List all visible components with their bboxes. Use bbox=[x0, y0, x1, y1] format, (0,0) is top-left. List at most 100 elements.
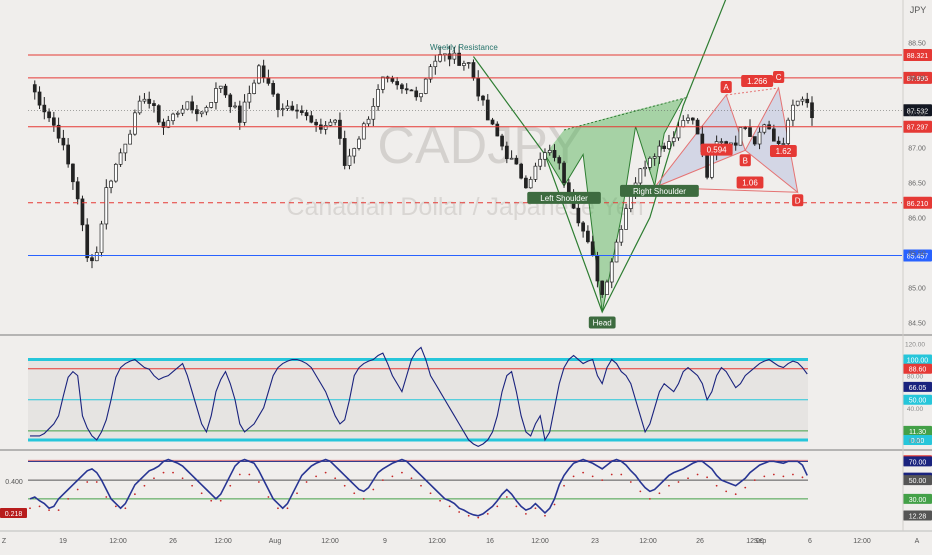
candle-body[interactable] bbox=[171, 113, 175, 122]
candle-body[interactable] bbox=[800, 98, 805, 102]
candle-body[interactable] bbox=[400, 84, 404, 90]
candle-body[interactable] bbox=[781, 143, 786, 145]
candle-body[interactable] bbox=[118, 152, 123, 165]
candle-body[interactable] bbox=[433, 60, 438, 68]
candle-body[interactable] bbox=[204, 107, 209, 113]
candle-body[interactable] bbox=[671, 137, 676, 142]
candle-body[interactable] bbox=[676, 126, 681, 139]
candle-body[interactable] bbox=[37, 91, 42, 106]
candle-body[interactable] bbox=[90, 257, 94, 262]
candle-body[interactable] bbox=[252, 82, 256, 94]
candle-body[interactable] bbox=[490, 119, 495, 125]
candle-body[interactable] bbox=[705, 151, 709, 178]
candle-body[interactable] bbox=[547, 150, 552, 154]
candle-body[interactable] bbox=[595, 255, 600, 282]
candle-body[interactable] bbox=[257, 65, 261, 84]
candle-body[interactable] bbox=[323, 125, 328, 130]
candle-body[interactable] bbox=[361, 123, 366, 140]
candle-body[interactable] bbox=[199, 111, 204, 115]
candle-body[interactable] bbox=[719, 141, 724, 143]
candle-body[interactable] bbox=[524, 177, 528, 189]
candle-body[interactable] bbox=[180, 108, 185, 114]
candle-body[interactable] bbox=[638, 168, 643, 184]
candle-body[interactable] bbox=[299, 110, 304, 113]
candle-body[interactable] bbox=[748, 127, 752, 137]
candle-body[interactable] bbox=[137, 100, 142, 114]
candle-body[interactable] bbox=[590, 241, 595, 257]
candle-body[interactable] bbox=[543, 152, 547, 160]
candle-body[interactable] bbox=[500, 135, 504, 147]
candle-body[interactable] bbox=[519, 163, 523, 179]
candle-body[interactable] bbox=[462, 62, 466, 66]
candle-body[interactable] bbox=[42, 104, 47, 113]
candle-body[interactable] bbox=[66, 144, 70, 165]
candle-body[interactable] bbox=[667, 141, 671, 149]
candle-body[interactable] bbox=[743, 127, 748, 129]
candle-body[interactable] bbox=[528, 179, 533, 189]
candle-body[interactable] bbox=[290, 105, 295, 111]
candle-body[interactable] bbox=[75, 181, 80, 200]
candle-body[interactable] bbox=[242, 101, 247, 123]
candle-body[interactable] bbox=[175, 112, 180, 115]
candle-body[interactable] bbox=[471, 62, 476, 79]
candle-body[interactable] bbox=[223, 85, 228, 96]
candle-body[interactable] bbox=[128, 133, 132, 145]
candle-body[interactable] bbox=[614, 241, 619, 263]
candle-body[interactable] bbox=[390, 78, 395, 82]
chart-canvas[interactable]: CADJPY Canadian Dollar / Japanese Yen JP… bbox=[0, 0, 932, 550]
candle-body[interactable] bbox=[47, 111, 51, 119]
candle-body[interactable] bbox=[772, 128, 776, 142]
candle-body[interactable] bbox=[142, 98, 147, 102]
candle-body[interactable] bbox=[710, 154, 714, 178]
candle-body[interactable] bbox=[476, 77, 481, 97]
candle-body[interactable] bbox=[133, 112, 137, 135]
candle-body[interactable] bbox=[404, 88, 409, 91]
candle-body[interactable] bbox=[338, 119, 342, 139]
candle-body[interactable] bbox=[805, 98, 810, 104]
candle-body[interactable] bbox=[414, 90, 419, 98]
candle-body[interactable] bbox=[218, 85, 223, 89]
candle-body[interactable] bbox=[147, 98, 152, 104]
candle-body[interactable] bbox=[304, 112, 309, 117]
candle-body[interactable] bbox=[533, 165, 538, 180]
candle-body[interactable] bbox=[786, 119, 791, 144]
candle-body[interactable] bbox=[452, 52, 457, 60]
candle-body[interactable] bbox=[395, 81, 400, 86]
candle-body[interactable] bbox=[85, 224, 90, 259]
candle-body[interactable] bbox=[266, 77, 271, 84]
candle-body[interactable] bbox=[586, 230, 590, 243]
candle-body[interactable] bbox=[237, 105, 242, 123]
candle-body[interactable] bbox=[347, 155, 352, 166]
candle-body[interactable] bbox=[557, 157, 562, 164]
candle-body[interactable] bbox=[109, 180, 113, 188]
candle-body[interactable] bbox=[738, 127, 743, 146]
candle-body[interactable] bbox=[619, 229, 624, 243]
candle-body[interactable] bbox=[690, 117, 695, 121]
candle-body[interactable] bbox=[605, 281, 609, 295]
candle-body[interactable] bbox=[285, 105, 290, 109]
candle-body[interactable] bbox=[271, 83, 276, 95]
candle-body[interactable] bbox=[652, 156, 657, 159]
candle-body[interactable] bbox=[233, 105, 237, 108]
candle-body[interactable] bbox=[104, 187, 109, 225]
candle-body[interactable] bbox=[123, 143, 128, 154]
candle-body[interactable] bbox=[381, 76, 385, 90]
candle-body[interactable] bbox=[314, 121, 318, 126]
candle-body[interactable] bbox=[609, 261, 614, 283]
candle-body[interactable] bbox=[342, 138, 347, 166]
candle-body[interactable] bbox=[152, 103, 156, 106]
candle-body[interactable] bbox=[51, 117, 56, 126]
candle-body[interactable] bbox=[643, 166, 647, 170]
candle-body[interactable] bbox=[810, 102, 814, 119]
candle-body[interactable] bbox=[357, 138, 361, 149]
candle-body[interactable] bbox=[71, 163, 75, 183]
candle-body[interactable] bbox=[366, 118, 371, 125]
candle-body[interactable] bbox=[209, 102, 214, 108]
candle-body[interactable] bbox=[576, 207, 581, 224]
candle-body[interactable] bbox=[752, 136, 757, 145]
candle-body[interactable] bbox=[552, 150, 557, 158]
candle-body[interactable] bbox=[514, 157, 519, 165]
candle-body[interactable] bbox=[113, 163, 118, 182]
candle-body[interactable] bbox=[757, 131, 762, 145]
candle-body[interactable] bbox=[32, 84, 37, 93]
